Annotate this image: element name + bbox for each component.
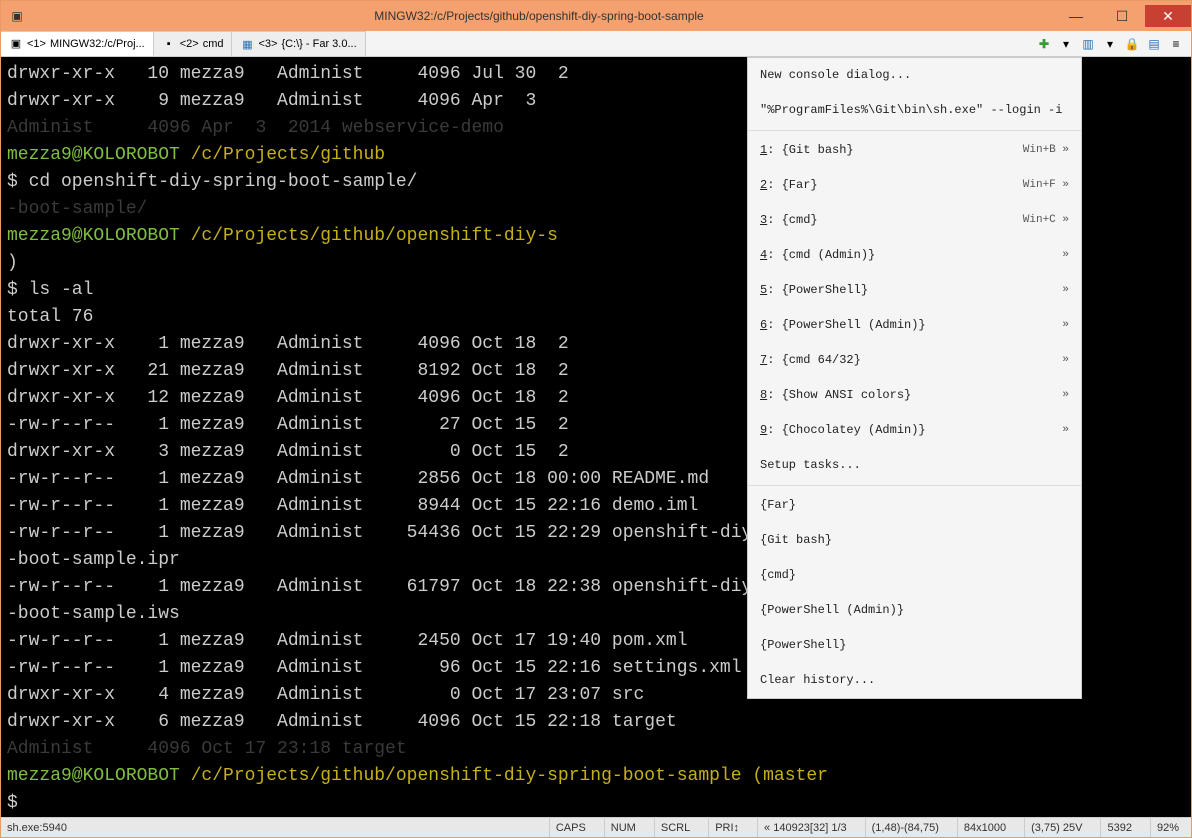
tab-3[interactable]: ▦ <3> {C:\} - Far 3.0... <box>232 31 365 56</box>
menu-history-item[interactable]: {cmd} <box>748 558 1081 593</box>
new-tab-button[interactable]: ✚ <box>1035 35 1053 53</box>
dropdown-icon[interactable]: ▾ <box>1101 35 1119 53</box>
dropdown-icon[interactable]: ▾ <box>1057 35 1075 53</box>
status-pct: 92% <box>1150 818 1185 837</box>
status-info: « 140923[32] 1/3 <box>757 818 853 837</box>
new-console-menu: New console dialog... "%ProgramFiles%\Gi… <box>747 57 1082 699</box>
menu-task-item[interactable]: 5: {PowerShell}» <box>748 273 1081 308</box>
terminal[interactable]: drwxr-xr-x 10 mezza9 Administ 4096 Jul 3… <box>1 57 1191 817</box>
far-icon: ▦ <box>240 37 254 51</box>
menu-task-item[interactable]: 3: {cmd}Win+C » <box>748 203 1081 238</box>
terminal-line: mezza9@KOLOROBOT /c/Projects/github/open… <box>7 763 1185 790</box>
status-bar: sh.exe:5940 CAPS NUM SCRL PRI↕ « 140923[… <box>1 817 1191 837</box>
tab-2[interactable]: ▪ <2> cmd <box>154 31 233 56</box>
menu-separator <box>748 130 1081 131</box>
status-priority[interactable]: PRI↕ <box>708 818 745 837</box>
lock-icon[interactable]: 🔒 <box>1123 35 1141 53</box>
status-selection: (1,48)-(84,75) <box>865 818 945 837</box>
window-title: MINGW32:/c/Projects/github/openshift-diy… <box>25 9 1053 23</box>
menu-separator <box>748 485 1081 486</box>
maximize-button[interactable]: ☐ <box>1099 5 1145 27</box>
close-button[interactable]: ✕ <box>1145 5 1191 27</box>
menu-cmdline[interactable]: "%ProgramFiles%\Git\bin\sh.exe" --login … <box>748 93 1081 128</box>
menu-task-item[interactable]: 7: {cmd 64/32}» <box>748 343 1081 378</box>
menu-task-item[interactable]: 8: {Show ANSI colors}» <box>748 378 1081 413</box>
menu-task-item[interactable]: 1: {Git bash}Win+B » <box>748 133 1081 168</box>
menu-icon[interactable]: ≡ <box>1167 35 1185 53</box>
terminal-icon: ▣ <box>9 37 23 51</box>
tab-index: <1> <box>27 38 46 50</box>
status-caps: CAPS <box>549 818 592 837</box>
menu-clear-history[interactable]: Clear history... <box>748 663 1081 698</box>
menu-history-item[interactable]: {PowerShell} <box>748 628 1081 663</box>
status-cursor: (3,75) 25V <box>1024 818 1088 837</box>
status-scrl: SCRL <box>654 818 696 837</box>
cmd-icon: ▪ <box>162 37 176 51</box>
toolbar: ✚ ▾ ▥ ▾ 🔒 ▤ ≡ <box>1035 31 1191 56</box>
menu-task-item[interactable]: 6: {PowerShell (Admin)}» <box>748 308 1081 343</box>
tab-label: {C:\} - Far 3.0... <box>281 38 356 50</box>
tab-index: <3> <box>258 38 277 50</box>
status-size: 84x1000 <box>957 818 1012 837</box>
titlebar: ▣ MINGW32:/c/Projects/github/openshift-d… <box>1 1 1191 31</box>
status-mem: 5392 <box>1100 818 1137 837</box>
menu-history-item[interactable]: {Far} <box>748 488 1081 523</box>
menu-task-item[interactable]: 9: {Chocolatey (Admin)}» <box>748 413 1081 448</box>
terminal-line: $ <box>7 790 1185 817</box>
split-button[interactable]: ▥ <box>1079 35 1097 53</box>
layout-button[interactable]: ▤ <box>1145 35 1163 53</box>
menu-history-item[interactable]: {Git bash} <box>748 523 1081 558</box>
tab-label: MINGW32:/c/Proj... <box>50 38 145 50</box>
minimize-button[interactable]: — <box>1053 5 1099 27</box>
tab-1[interactable]: ▣ <1> MINGW32:/c/Proj... <box>1 31 154 56</box>
terminal-line: drwxr-xr-x 6 mezza9 Administ 4096 Oct 15… <box>7 709 1185 736</box>
terminal-line: Administ 4096 Oct 17 23:18 target <box>7 736 1185 763</box>
tab-label: cmd <box>203 38 224 50</box>
menu-setup-tasks[interactable]: Setup tasks... <box>748 448 1081 483</box>
status-process: sh.exe:5940 <box>7 818 73 837</box>
tab-index: <2> <box>180 38 199 50</box>
menu-task-item[interactable]: 4: {cmd (Admin)}» <box>748 238 1081 273</box>
menu-new-console[interactable]: New console dialog... <box>748 58 1081 93</box>
status-num: NUM <box>604 818 642 837</box>
app-icon: ▣ <box>1 9 25 23</box>
menu-history-item[interactable]: {PowerShell (Admin)} <box>748 593 1081 628</box>
menu-task-item[interactable]: 2: {Far}Win+F » <box>748 168 1081 203</box>
tab-bar: ▣ <1> MINGW32:/c/Proj... ▪ <2> cmd ▦ <3>… <box>1 31 1191 57</box>
